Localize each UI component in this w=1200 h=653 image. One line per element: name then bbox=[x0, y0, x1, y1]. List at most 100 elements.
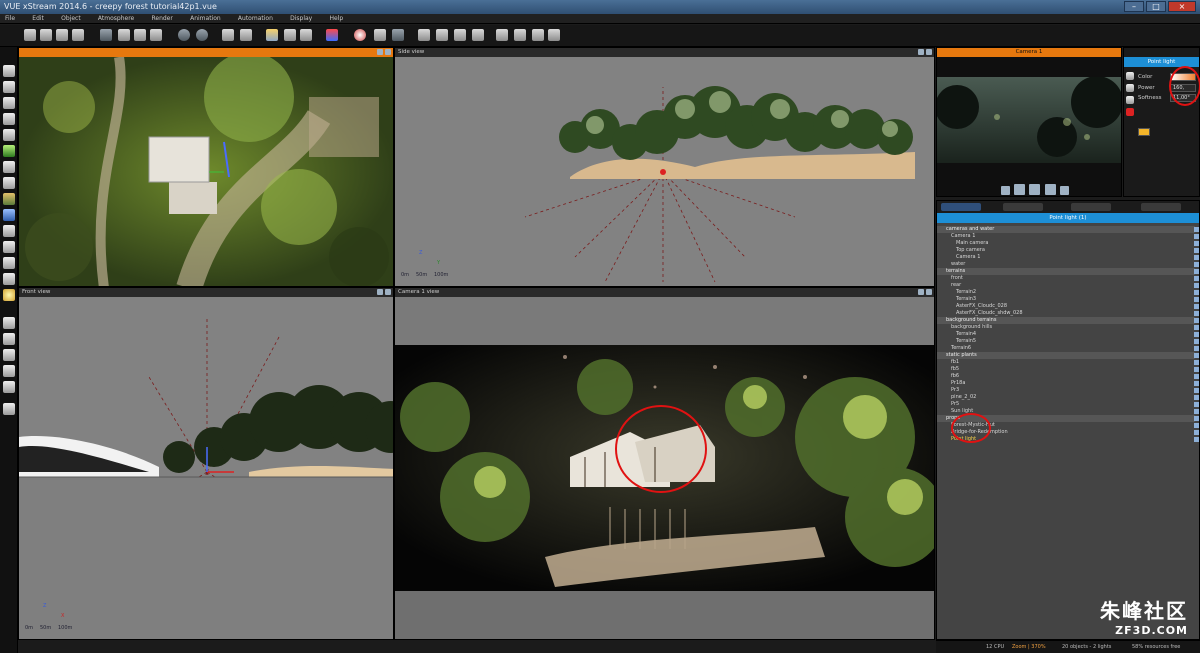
tree-item[interactable]: fb6 bbox=[937, 373, 1199, 380]
maximize-viewport-icon[interactable] bbox=[926, 289, 932, 295]
export-icon[interactable] bbox=[3, 403, 15, 415]
visibility-toggle[interactable] bbox=[1194, 374, 1199, 379]
cut-icon[interactable] bbox=[100, 29, 112, 41]
terrain-icon[interactable] bbox=[3, 97, 15, 109]
tree-item[interactable]: Camera 1 bbox=[937, 254, 1199, 261]
tree-item[interactable]: AsterFX_Cloudc_shdw_028 bbox=[937, 310, 1199, 317]
tree-item[interactable]: Terrain6 bbox=[937, 345, 1199, 352]
zoom-in-icon[interactable] bbox=[418, 29, 430, 41]
mountain-icon[interactable] bbox=[3, 113, 15, 125]
viewport-menu-icon[interactable] bbox=[918, 289, 924, 295]
visibility-toggle[interactable] bbox=[1194, 409, 1199, 414]
visibility-toggle[interactable] bbox=[1194, 325, 1199, 330]
cloud-icon[interactable] bbox=[3, 177, 15, 189]
tree-item[interactable]: front bbox=[937, 275, 1199, 282]
tab-objects[interactable] bbox=[941, 203, 981, 211]
tree-item[interactable]: Terrain5 bbox=[937, 338, 1199, 345]
visibility-toggle[interactable] bbox=[1194, 353, 1199, 358]
bone-icon[interactable] bbox=[392, 29, 404, 41]
visibility-toggle[interactable] bbox=[1194, 388, 1199, 393]
copy-icon[interactable] bbox=[118, 29, 130, 41]
visibility-toggle[interactable] bbox=[1194, 283, 1199, 288]
material-icon[interactable] bbox=[284, 29, 296, 41]
palette-icon[interactable] bbox=[326, 29, 338, 41]
visibility-toggle[interactable] bbox=[1194, 423, 1199, 428]
cube-icon[interactable] bbox=[3, 65, 15, 77]
sphere-icon[interactable] bbox=[3, 129, 15, 141]
redo-icon[interactable] bbox=[196, 29, 208, 41]
camera-pan-icon[interactable] bbox=[1014, 184, 1026, 195]
viewport-menu-icon[interactable] bbox=[377, 289, 383, 295]
maximize-viewport-icon[interactable] bbox=[926, 49, 932, 55]
new-file-icon[interactable] bbox=[24, 29, 36, 41]
top-view-viewport[interactable] bbox=[18, 47, 394, 287]
tree-item[interactable]: fb1 bbox=[937, 359, 1199, 366]
metablob-icon[interactable] bbox=[3, 333, 15, 345]
group-icon[interactable] bbox=[3, 225, 15, 237]
tree-item[interactable]: AsterFX_Cloudc_028 bbox=[937, 303, 1199, 310]
film-icon[interactable] bbox=[514, 29, 526, 41]
settings-icon[interactable] bbox=[548, 29, 560, 41]
timeline-icon[interactable] bbox=[496, 29, 508, 41]
visibility-toggle[interactable] bbox=[1194, 304, 1199, 309]
light-lens-icon[interactable] bbox=[1126, 108, 1134, 116]
tree-item[interactable]: Main camera bbox=[937, 240, 1199, 247]
visibility-toggle[interactable] bbox=[1194, 395, 1199, 400]
plant-icon[interactable] bbox=[3, 145, 15, 157]
visibility-toggle[interactable] bbox=[1194, 339, 1199, 344]
zoom-fit-icon[interactable] bbox=[454, 29, 466, 41]
visibility-toggle[interactable] bbox=[1194, 297, 1199, 302]
tree-group[interactable]: background terrains bbox=[937, 317, 1199, 324]
menu-help[interactable]: Help bbox=[329, 14, 343, 24]
visibility-toggle[interactable] bbox=[1194, 367, 1199, 372]
menu-automation[interactable]: Automation bbox=[238, 14, 273, 24]
visibility-toggle[interactable] bbox=[1194, 416, 1199, 421]
hypervue-icon[interactable] bbox=[3, 349, 15, 361]
visibility-toggle[interactable] bbox=[1194, 255, 1199, 260]
tree-item[interactable]: Pr18a bbox=[937, 380, 1199, 387]
tab-libraries[interactable] bbox=[1071, 203, 1111, 211]
side-view-viewport[interactable]: Side view Z Y 0m 50m 100m bbox=[394, 47, 935, 287]
visibility-toggle[interactable] bbox=[1194, 402, 1199, 407]
tree-item[interactable]: Terrain2 bbox=[937, 289, 1199, 296]
visibility-toggle[interactable] bbox=[1194, 234, 1199, 239]
save-as-icon[interactable] bbox=[72, 29, 84, 41]
maximize-button[interactable]: □ bbox=[1146, 1, 1166, 12]
render-options-icon[interactable] bbox=[354, 29, 366, 41]
object-editor-icon[interactable] bbox=[300, 29, 312, 41]
tree-item[interactable]: pine_2_02 bbox=[937, 394, 1199, 401]
tree-item[interactable]: Pr3 bbox=[937, 387, 1199, 394]
visibility-toggle[interactable] bbox=[1194, 437, 1199, 442]
cursor-icon[interactable] bbox=[374, 29, 386, 41]
visibility-toggle[interactable] bbox=[1194, 227, 1199, 232]
viewport-menu-icon[interactable] bbox=[377, 49, 383, 55]
visibility-toggle[interactable] bbox=[1194, 430, 1199, 435]
zoom-out-icon[interactable] bbox=[436, 29, 448, 41]
tree-group[interactable]: terrains bbox=[937, 268, 1199, 275]
light-settings-icon[interactable] bbox=[1126, 84, 1134, 92]
rock-icon[interactable] bbox=[3, 161, 15, 173]
camera-prev-icon[interactable] bbox=[1001, 186, 1010, 195]
front-view-viewport[interactable]: Front view Z X 0m 50m 100m bbox=[18, 287, 394, 640]
camera-view-viewport[interactable]: Camera 1 view bbox=[394, 287, 935, 640]
visibility-toggle[interactable] bbox=[1194, 381, 1199, 386]
link-icon[interactable] bbox=[3, 365, 15, 377]
tree-group[interactable]: cameras and water bbox=[937, 226, 1199, 233]
visibility-toggle[interactable] bbox=[1194, 360, 1199, 365]
open-file-icon[interactable] bbox=[40, 29, 52, 41]
tree-item[interactable]: fb5 bbox=[937, 366, 1199, 373]
visibility-toggle[interactable] bbox=[1194, 290, 1199, 295]
menu-edit[interactable]: Edit bbox=[32, 14, 44, 24]
tree-group[interactable]: static plants bbox=[937, 352, 1199, 359]
tree-item[interactable]: Terrain3 bbox=[937, 296, 1199, 303]
camera-move-icon[interactable] bbox=[1029, 184, 1041, 195]
tab-materials[interactable] bbox=[1003, 203, 1043, 211]
maximize-viewport-icon[interactable] bbox=[385, 49, 391, 55]
visibility-toggle[interactable] bbox=[1194, 241, 1199, 246]
visibility-toggle[interactable] bbox=[1194, 248, 1199, 253]
light-type-icon[interactable] bbox=[1126, 72, 1134, 80]
tree-item[interactable]: rear bbox=[937, 282, 1199, 289]
menu-object[interactable]: Object bbox=[61, 14, 81, 24]
menu-animation[interactable]: Animation bbox=[190, 14, 221, 24]
maximize-viewport-icon[interactable] bbox=[385, 289, 391, 295]
